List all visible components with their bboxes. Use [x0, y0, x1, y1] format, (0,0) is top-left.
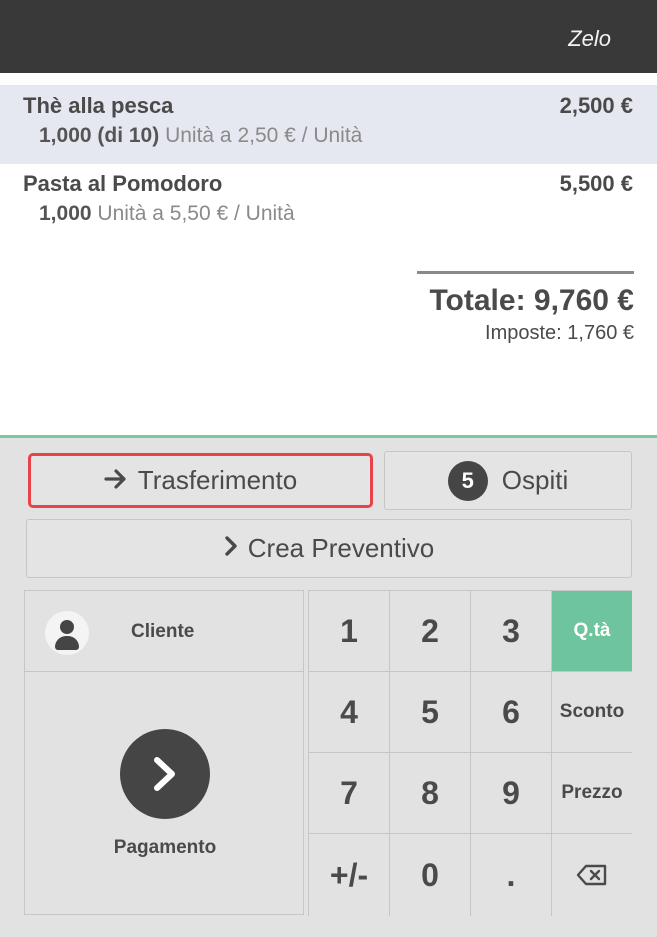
numpad-key-3[interactable]: 3: [470, 591, 551, 672]
order-panel: Thè alla pesca 2,500 € 1,000 (di 10) Uni…: [0, 73, 657, 435]
chevron-right-icon: [154, 757, 175, 791]
arrow-right-icon: [104, 465, 128, 496]
transfer-button[interactable]: Trasferimento: [28, 453, 373, 508]
numpad-key-1[interactable]: 1: [308, 591, 389, 672]
orderline-product-name: Pasta al Pomodoro: [23, 171, 223, 196]
orderline-price: 2,500 €: [559, 93, 633, 118]
control-pad: Cliente Pagamento 1 2 3 Q.tà 4 5 6 Scont…: [24, 590, 632, 916]
mode-price-button[interactable]: Prezzo: [551, 753, 632, 834]
backspace-icon: [576, 864, 607, 886]
action-panel: Cliente Pagamento: [24, 590, 304, 915]
order-taxes: Imposte: 1,760 €: [485, 322, 634, 344]
orderline-unit-info: Unità a 2,50 € / Unità: [165, 124, 363, 147]
numpad-key-8[interactable]: 8: [389, 753, 470, 834]
payment-label: Pagamento: [113, 837, 217, 858]
guests-button[interactable]: 5 Ospiti: [384, 451, 632, 510]
panel-divider: [0, 435, 657, 438]
top-bar: Zelo: [0, 0, 657, 73]
orderline-info: 1,000 Unità a 5,50 € / Unità: [39, 202, 295, 226]
orderline-selected[interactable]: Thè alla pesca 2,500 € 1,000 (di 10) Uni…: [0, 85, 657, 164]
orderline-qty: 1,000 (di 10): [39, 124, 160, 147]
numpad-key-6[interactable]: 6: [470, 672, 551, 753]
customer-button[interactable]: Cliente: [25, 591, 303, 672]
create-quote-button[interactable]: Crea Preventivo: [26, 519, 632, 578]
backspace-button[interactable]: [551, 834, 632, 916]
numpad-key-decimal[interactable]: .: [470, 834, 551, 916]
transfer-label: Trasferimento: [137, 465, 298, 495]
numpad: 1 2 3 Q.tà 4 5 6 Sconto 7 8 9 Prezzo +/-…: [308, 590, 632, 916]
numpad-key-plus-minus[interactable]: +/-: [308, 834, 389, 916]
order-summary: Totale: 9,760 € Imposte: 1,760 €: [417, 271, 634, 345]
order-total: Totale: 9,760 €: [429, 284, 634, 317]
orderline-info: 1,000 (di 10) Unità a 2,50 € / Unità: [39, 124, 362, 148]
numpad-key-7[interactable]: 7: [308, 753, 389, 834]
numpad-key-9[interactable]: 9: [470, 753, 551, 834]
create-quote-label: Crea Preventivo: [247, 533, 435, 563]
mode-quantity-button[interactable]: Q.tà: [551, 591, 632, 672]
orderline-qty: 1,000: [39, 202, 92, 225]
cashier-name[interactable]: Zelo: [568, 26, 611, 52]
orderline-product-name: Thè alla pesca: [23, 93, 174, 118]
numpad-key-2[interactable]: 2: [389, 591, 470, 672]
numpad-key-4[interactable]: 4: [308, 672, 389, 753]
user-icon: [45, 611, 89, 655]
numpad-key-5[interactable]: 5: [389, 672, 470, 753]
orderline-unit-info: Unità a 5,50 € / Unità: [97, 202, 295, 225]
guests-count-badge: 5: [447, 460, 488, 501]
chevron-right-icon: [224, 533, 238, 564]
orderline-price: 5,500 €: [559, 171, 633, 196]
orderline[interactable]: Pasta al Pomodoro 5,500 € 1,000 Unità a …: [0, 163, 657, 242]
customer-label: Cliente: [131, 621, 195, 642]
guests-label: Ospiti: [501, 465, 569, 495]
payment-button[interactable]: [120, 729, 210, 819]
numpad-key-0[interactable]: 0: [389, 834, 470, 916]
mode-discount-button[interactable]: Sconto: [551, 672, 632, 753]
